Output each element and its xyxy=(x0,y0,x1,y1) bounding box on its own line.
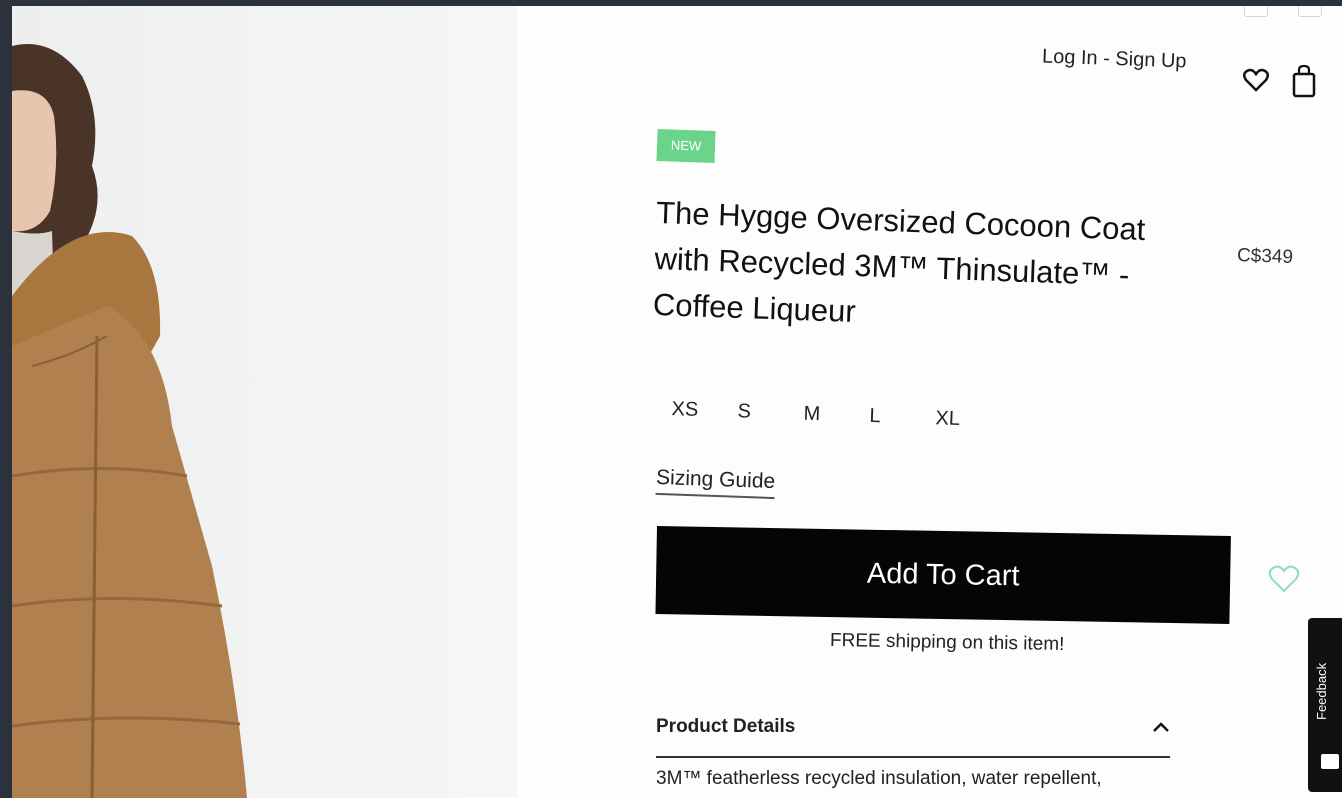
size-option-s[interactable]: S xyxy=(737,400,804,425)
size-option-xl[interactable]: XL xyxy=(935,407,1002,432)
chevron-up-icon xyxy=(1152,720,1170,738)
sizing-guide-link[interactable]: Sizing Guide xyxy=(655,465,776,500)
window-control-icon[interactable] xyxy=(1298,6,1322,17)
product-info-panel: Log In - Sign Up xyxy=(517,6,1342,798)
face-shape xyxy=(12,90,57,232)
shipping-note: FREE shipping on this item! xyxy=(829,629,1065,656)
heart-icon[interactable] xyxy=(1243,68,1269,97)
feedback-icon xyxy=(1321,754,1339,769)
product-details-heading: Product Details xyxy=(656,716,796,737)
feedback-label: Feedback xyxy=(1314,662,1329,720)
product-details-toggle[interactable]: Product Details xyxy=(656,712,1170,758)
new-badge: NEW xyxy=(656,128,716,164)
add-to-cart-button[interactable]: Add To Cart xyxy=(655,526,1231,625)
shopping-bag-icon[interactable] xyxy=(1292,64,1316,103)
login-signup-link[interactable]: Log In - Sign Up xyxy=(1042,45,1187,73)
feedback-tab[interactable]: Feedback xyxy=(1308,618,1342,792)
window-control-icon[interactable] xyxy=(1243,6,1268,17)
size-option-l[interactable]: L xyxy=(869,405,936,430)
model-wearing-coat-image xyxy=(12,44,247,798)
product-title: The Hygge Oversized Cocoon Coat with Rec… xyxy=(652,194,1146,329)
size-option-xs[interactable]: XS xyxy=(671,398,738,423)
product-price: C$349 xyxy=(1236,245,1294,268)
size-option-m[interactable]: M xyxy=(803,403,870,428)
product-details-line: 3M™ featherless recycled insulation, wat… xyxy=(656,768,1102,789)
product-details-text: 3M™ featherless recycled insulation, wat… xyxy=(656,766,1176,792)
wishlist-heart-icon[interactable] xyxy=(1268,564,1300,599)
window-controls xyxy=(1218,6,1322,22)
coat-shape xyxy=(12,306,247,798)
product-photo[interactable] xyxy=(12,6,517,798)
browser-viewport: Log In - Sign Up NEW The Hygge Oversized… xyxy=(12,6,1342,798)
